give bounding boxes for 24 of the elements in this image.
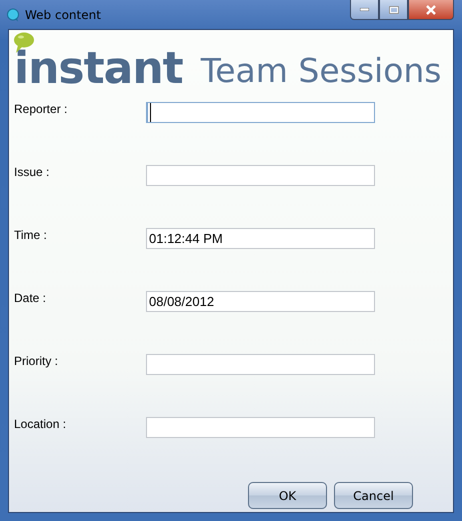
maximize-icon <box>388 6 398 14</box>
close-icon <box>425 4 437 14</box>
product-name: Team Sessions <box>200 50 442 92</box>
minimize-icon <box>360 8 369 11</box>
brand-name: instant <box>14 44 183 94</box>
field-label: Date : <box>14 291 48 305</box>
chat-bubble-icon <box>6 8 20 22</box>
close-button[interactable] <box>408 0 454 20</box>
field-label: Location : <box>14 417 68 431</box>
input-field[interactable]: 01:12:44 PM <box>146 228 375 249</box>
cancel-button[interactable]: Cancel <box>334 482 413 509</box>
maximize-button[interactable] <box>379 0 408 20</box>
minimize-button[interactable] <box>350 0 379 20</box>
ok-button[interactable]: OK <box>248 482 327 509</box>
field-label: Priority : <box>14 354 60 368</box>
input-field[interactable]: 08/08/2012 <box>146 291 375 312</box>
input-field[interactable] <box>146 102 375 123</box>
input-field[interactable] <box>146 165 375 186</box>
field-label: Issue : <box>14 165 50 179</box>
input-field[interactable] <box>146 417 375 438</box>
field-label: Reporter : <box>14 102 68 116</box>
input-field[interactable] <box>146 354 375 375</box>
field-label: Time : <box>14 228 48 242</box>
window-title: Web content <box>25 8 101 22</box>
